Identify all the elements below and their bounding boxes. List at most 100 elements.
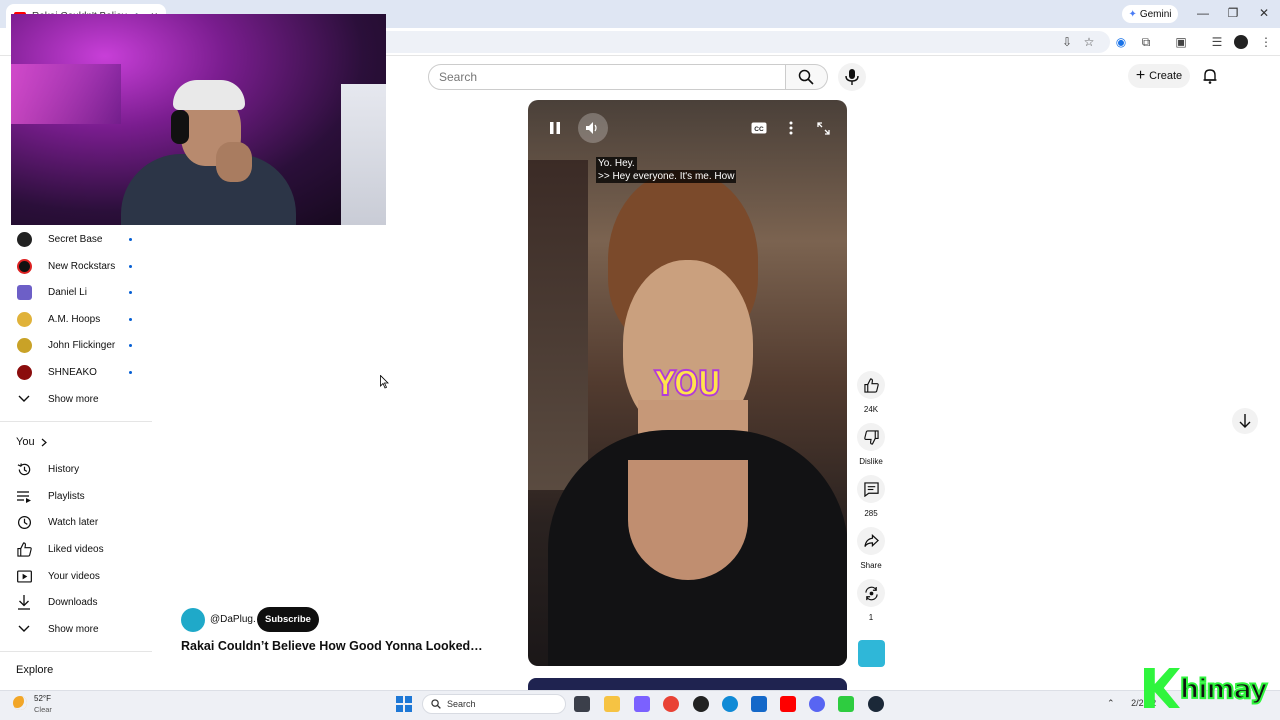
svg-text:CC: CC	[754, 126, 764, 133]
weather-moon-icon[interactable]	[13, 696, 27, 710]
channel-handle[interactable]: @DaPlug.	[210, 614, 256, 625]
media-icon[interactable]: ◉	[1113, 34, 1129, 50]
streaming-app-icon[interactable]	[838, 696, 854, 712]
sidebar-item-label: Liked videos	[48, 543, 104, 555]
video-captions: Yo. Hey. >> Hey everyone. It's me. How	[596, 157, 737, 183]
search-button[interactable]	[786, 64, 828, 90]
browser-menu-icon[interactable]: ⋮	[1258, 34, 1274, 50]
dislike-label: Dislike	[859, 457, 883, 466]
restore-icon[interactable]: ❐	[1223, 6, 1243, 20]
next-short-preview[interactable]	[528, 678, 847, 690]
shorts-video-player[interactable]: CC Yo. Hey. >> Hey everyone. It's me. Ho…	[528, 100, 847, 666]
subscribe-button[interactable]: Subscribe	[257, 607, 319, 632]
video-title[interactable]: Rakai Couldn’t Believe How Good Yonna Lo…	[181, 639, 483, 653]
account-avatar[interactable]	[1238, 70, 1260, 82]
arrow-down-icon	[1239, 414, 1251, 428]
thumbs-up-icon	[863, 377, 879, 393]
channel-thumbnail[interactable]	[858, 640, 885, 667]
sidebar-you-heading[interactable]: You	[16, 436, 47, 448]
copilot-icon[interactable]	[634, 696, 650, 712]
taskbar-search-label: Search	[447, 699, 476, 709]
obs-icon[interactable]	[693, 696, 709, 712]
split-view-icon[interactable]: ▣	[1173, 34, 1189, 50]
pause-button[interactable]	[544, 117, 566, 139]
channel-avatar	[16, 231, 32, 247]
create-button[interactable]: + Create	[1128, 64, 1190, 88]
sidebar-subscription-secret-base[interactable]: Secret Base	[0, 226, 150, 252]
notifications-bell-icon[interactable]	[1202, 68, 1218, 84]
weather-temperature[interactable]: 52°F	[34, 694, 51, 703]
streamer-webcam-overlay	[11, 14, 386, 225]
sidebar-item-liked-videos[interactable]: Liked videos	[0, 536, 150, 562]
youtube-app-icon[interactable]	[780, 696, 796, 712]
file-explorer-icon[interactable]	[604, 696, 620, 712]
like-button[interactable]	[857, 371, 885, 399]
chevron-up-icon[interactable]: ⌃	[1107, 698, 1115, 708]
more-options-button[interactable]	[780, 117, 802, 139]
sidebar-subscription-new-rockstars[interactable]: New Rockstars	[0, 253, 150, 279]
volume-icon	[586, 122, 597, 134]
steam-icon[interactable]	[868, 696, 884, 712]
sidebar-show-more-subscriptions[interactable]: Show more	[0, 386, 150, 412]
subscription-label: Secret Base	[48, 233, 103, 245]
sidebar-show-more-you[interactable]: Show more	[0, 616, 150, 642]
gemini-button[interactable]: ✦ Gemini	[1122, 5, 1178, 23]
create-label: Create	[1149, 70, 1183, 82]
play-square-icon	[16, 568, 32, 584]
discord-icon[interactable]	[809, 696, 825, 712]
new-content-dot	[129, 290, 132, 294]
remix-button[interactable]	[857, 579, 885, 607]
logo-k-glyph	[1144, 668, 1180, 708]
edge-icon[interactable]	[722, 696, 738, 712]
show-more-label: Show more	[48, 623, 99, 635]
more-vertical-icon	[789, 121, 793, 135]
comments-button[interactable]	[857, 475, 885, 503]
channel-avatar[interactable]	[181, 608, 205, 632]
windows-start-icon[interactable]	[396, 696, 412, 712]
store-icon[interactable]	[751, 696, 767, 712]
task-view-icon[interactable]	[574, 696, 590, 712]
sidebar-subscription-daniel-li[interactable]: Daniel Li	[0, 279, 150, 305]
sidebar-item-history[interactable]: History	[0, 456, 150, 482]
captions-button[interactable]: CC	[748, 117, 770, 139]
channel-avatar	[16, 364, 32, 380]
install-icon[interactable]: ⇩	[1059, 34, 1075, 50]
sidebar-explore-heading: Explore	[16, 664, 54, 676]
sidebar-subscription-shneako[interactable]: SHNEAKO	[0, 359, 150, 385]
minimize-icon[interactable]: —	[1193, 6, 1213, 20]
search-input[interactable]: Search	[428, 64, 786, 90]
comment-count: 285	[864, 509, 878, 518]
weather-condition: Clear	[34, 705, 52, 714]
like-count: 24K	[863, 405, 879, 414]
channel-avatar	[16, 311, 32, 327]
dislike-button[interactable]	[857, 423, 885, 451]
subscription-label: SHNEAKO	[48, 366, 97, 378]
chrome-icon[interactable]	[663, 696, 679, 712]
sidebar-item-your-videos[interactable]: Your videos	[0, 563, 150, 589]
volume-button[interactable]	[578, 113, 608, 143]
sidebar-item-watch-later[interactable]: Watch later	[0, 509, 150, 535]
channel-avatar	[16, 258, 32, 274]
subscription-label: John Flickinger	[48, 339, 116, 351]
next-video-button[interactable]	[1232, 408, 1258, 434]
sidebar-item-playlists[interactable]: Playlists	[0, 483, 150, 509]
close-window-icon[interactable]: ✕	[1254, 6, 1274, 20]
download-icon	[16, 594, 32, 610]
taskbar-search[interactable]: Search	[422, 694, 566, 714]
you-heading-label: You	[16, 436, 35, 448]
tab-search-icon[interactable]: ☰	[1209, 34, 1225, 50]
caption-line-2: >> Hey everyone. It's me. How	[596, 170, 737, 183]
mic-icon	[845, 69, 859, 85]
voice-search-button[interactable]	[838, 63, 866, 91]
streamer-logo-watermark: himay	[1144, 668, 1276, 712]
profile-avatar[interactable]	[1234, 35, 1248, 49]
share-icon	[863, 534, 879, 548]
sidebar-subscription-am-hoops[interactable]: A.M. Hoops	[0, 306, 150, 332]
address-bar[interactable]	[270, 31, 1110, 53]
share-button[interactable]	[857, 527, 885, 555]
sidebar-item-downloads[interactable]: Downloads	[0, 589, 150, 615]
sidebar-subscription-john-flickinger[interactable]: John Flickinger	[0, 332, 150, 358]
bookmark-star-icon[interactable]: ☆	[1081, 34, 1097, 50]
extensions-icon[interactable]: ⧉	[1138, 34, 1154, 50]
fullscreen-button[interactable]	[812, 117, 834, 139]
